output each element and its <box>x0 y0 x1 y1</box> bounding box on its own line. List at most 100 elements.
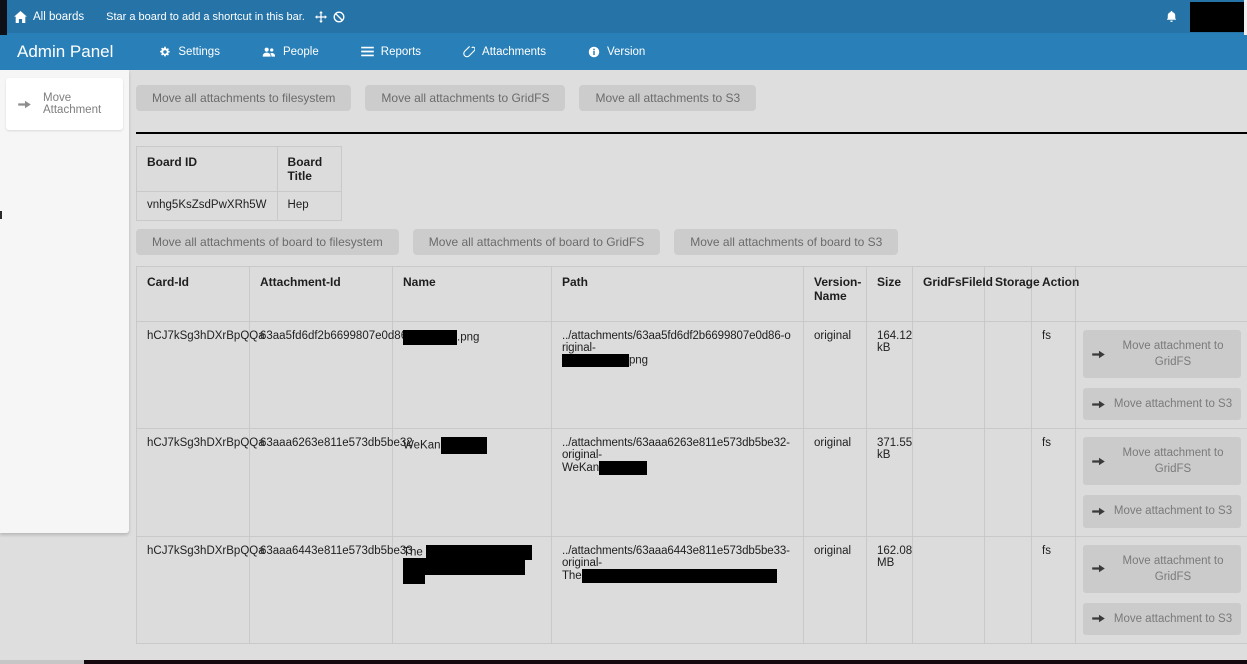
nav-item-reports[interactable]: Reports <box>361 46 421 58</box>
move-attachment-to-s3-button[interactable]: Move attachment to S3 <box>1083 388 1241 420</box>
arrow-right-icon <box>1092 349 1105 360</box>
arrow-right-icon <box>1092 456 1105 467</box>
nav-label: Reports <box>381 46 421 58</box>
info-icon <box>588 46 600 58</box>
gear-icon <box>159 46 171 58</box>
redacted-name <box>403 558 525 575</box>
name-prefix: WeKan <box>403 440 441 452</box>
move-attachment-to-gridfs-button[interactable]: Move attachment to GridFS <box>1083 437 1241 485</box>
window-edge-artifact <box>84 660 1247 664</box>
move-attachment-to-s3-button[interactable]: Move attachment to S3 <box>1083 495 1241 527</box>
move-board-to-gridfs-button[interactable]: Move all attachments of board to GridFS <box>413 229 660 255</box>
card-id-cell: hCJ7kSg3hDXrBpQQa <box>137 429 250 536</box>
path-cell: ../attachments/63aaa6263e811e573db5be32-… <box>552 429 804 536</box>
board-actions-row: Move all attachments of board to filesys… <box>136 229 1247 255</box>
redacted-path <box>582 569 777 583</box>
gridfsfileid-header: GridFsFileId <box>913 267 985 322</box>
arrow-right-icon <box>1092 563 1105 574</box>
nav-item-settings[interactable]: Settings <box>159 46 220 58</box>
version-name-cell: original <box>804 322 867 429</box>
main-content: Move all attachments to filesystem Move … <box>136 70 1247 644</box>
redacted-user-area <box>1190 2 1244 32</box>
buttons-header <box>1076 267 1247 322</box>
window-edge-artifact <box>0 660 84 664</box>
move-all-to-gridfs-button[interactable]: Move all attachments to GridFS <box>365 85 565 111</box>
board-title-header: Board Title <box>277 147 341 192</box>
sidebar-item-move-attachment[interactable]: Move Attachment <box>6 78 123 130</box>
admin-panel-bar: Admin Panel Settings People Reports <box>0 33 1247 70</box>
all-boards-link[interactable]: All boards <box>14 11 84 23</box>
ban-icon[interactable] <box>333 11 345 23</box>
attachment-row: hCJ7kSg3hDXrBpQQa 63aaa6443e811e573db5be… <box>137 536 1247 643</box>
window-edge-artifact <box>0 211 2 219</box>
size-cell: 162.08 MB <box>867 536 913 643</box>
action-value-cell: fs <box>1032 536 1076 643</box>
move-board-to-filesystem-button[interactable]: Move all attachments of board to filesys… <box>136 229 399 255</box>
gridfsfileid-cell <box>913 536 985 643</box>
move-handle-icon[interactable] <box>315 11 327 23</box>
name-header: Name <box>393 267 552 322</box>
attachment-row: hCJ7kSg3hDXrBpQQa 63aaa6263e811e573db5be… <box>137 429 1247 536</box>
action-value-cell: fs <box>1032 322 1076 429</box>
attachment-id-header: Attachment-Id <box>250 267 393 322</box>
action-buttons-cell: Move attachment to GridFS Move attachmen… <box>1076 322 1247 429</box>
path-cell: ../attachments/63aa5fd6df2b6699807e0d86-… <box>552 322 804 429</box>
version-name-header: Version-Name <box>804 267 867 322</box>
attachment-id-cell: 63aaa6443e811e573db5be33 <box>250 536 393 643</box>
move-all-to-filesystem-button[interactable]: Move all attachments to filesystem <box>136 85 351 111</box>
version-name-cell: original <box>804 536 867 643</box>
board-id-cell: vnhg5KsZsdPwXRh5W <box>137 192 278 221</box>
path-line1: ../attachments/63aaa6263e811e573db5be32-… <box>562 437 790 461</box>
card-id-cell: hCJ7kSg3hDXrBpQQa <box>137 536 250 643</box>
redacted-name <box>441 437 487 454</box>
nav-item-people[interactable]: People <box>262 46 319 58</box>
sidebar-item-label: Move Attachment <box>43 92 115 116</box>
move-attachment-to-s3-button[interactable]: Move attachment to S3 <box>1083 603 1241 635</box>
board-title-cell: Hep <box>277 192 341 221</box>
all-boards-label: All boards <box>33 11 84 23</box>
window-edge-artifact <box>0 0 7 35</box>
sidebar: Move Attachment <box>0 70 129 533</box>
path-line2-prefix: WeKan <box>562 462 599 474</box>
action-buttons-cell: Move attachment to GridFS Move attachmen… <box>1076 536 1247 643</box>
path-line2-suffix: png <box>629 355 648 367</box>
page-title: Admin Panel <box>17 42 113 62</box>
size-header: Size <box>867 267 913 322</box>
attachment-id-cell: 63aaa6263e811e573db5be32 <box>250 429 393 536</box>
storage-cell <box>985 322 1032 429</box>
attachment-row: hCJ7kSg3hDXrBpQQa 63aa5fd6df2b6699807e0d… <box>137 322 1247 429</box>
card-id-cell: hCJ7kSg3hDXrBpQQa <box>137 322 250 429</box>
redacted-path <box>599 461 647 475</box>
admin-panel-screen: All boards Star a board to add a shortcu… <box>0 0 1247 664</box>
version-name-cell: original <box>804 429 867 536</box>
redacted-name <box>403 330 457 345</box>
arrow-right-icon <box>18 99 31 110</box>
board-table: Board ID Board Title vnhg5KsZsdPwXRh5W H… <box>136 146 342 221</box>
nav-label: Settings <box>178 46 220 58</box>
name-cell: The <box>393 536 552 643</box>
card-id-header: Card-Id <box>137 267 250 322</box>
storage-cell <box>985 429 1032 536</box>
attachment-id-cell: 63aa5fd6df2b6699807e0d86 <box>250 322 393 429</box>
move-attachment-to-gridfs-button[interactable]: Move attachment to GridFS <box>1083 545 1241 593</box>
path-line1: ../attachments/63aaa6443e811e573db5be33-… <box>562 545 790 569</box>
nav-item-attachments[interactable]: Attachments <box>463 46 546 58</box>
divider <box>136 132 1247 134</box>
global-actions-row: Move all attachments to filesystem Move … <box>136 85 1247 111</box>
path-line1: ../attachments/63aa5fd6df2b6699807e0d86-… <box>562 330 791 354</box>
size-cell: 371.55 kB <box>867 429 913 536</box>
home-icon <box>14 11 27 23</box>
nav-item-version[interactable]: Version <box>588 46 645 58</box>
move-board-to-s3-button[interactable]: Move all attachments of board to S3 <box>674 229 898 255</box>
redacted-name <box>426 545 532 560</box>
move-all-to-s3-button[interactable]: Move all attachments to S3 <box>579 85 756 111</box>
nav-label: Attachments <box>482 46 546 58</box>
action-value-cell: fs <box>1032 429 1076 536</box>
notifications-bell-icon[interactable] <box>1165 10 1178 23</box>
path-line2-prefix: The <box>562 570 582 582</box>
arrow-right-icon <box>1092 399 1105 410</box>
top-bar: All boards Star a board to add a shortcu… <box>0 0 1247 33</box>
move-attachment-to-gridfs-button[interactable]: Move attachment to GridFS <box>1083 330 1241 378</box>
name-prefix: The <box>403 546 426 558</box>
name-cell: WeKan <box>393 429 552 536</box>
